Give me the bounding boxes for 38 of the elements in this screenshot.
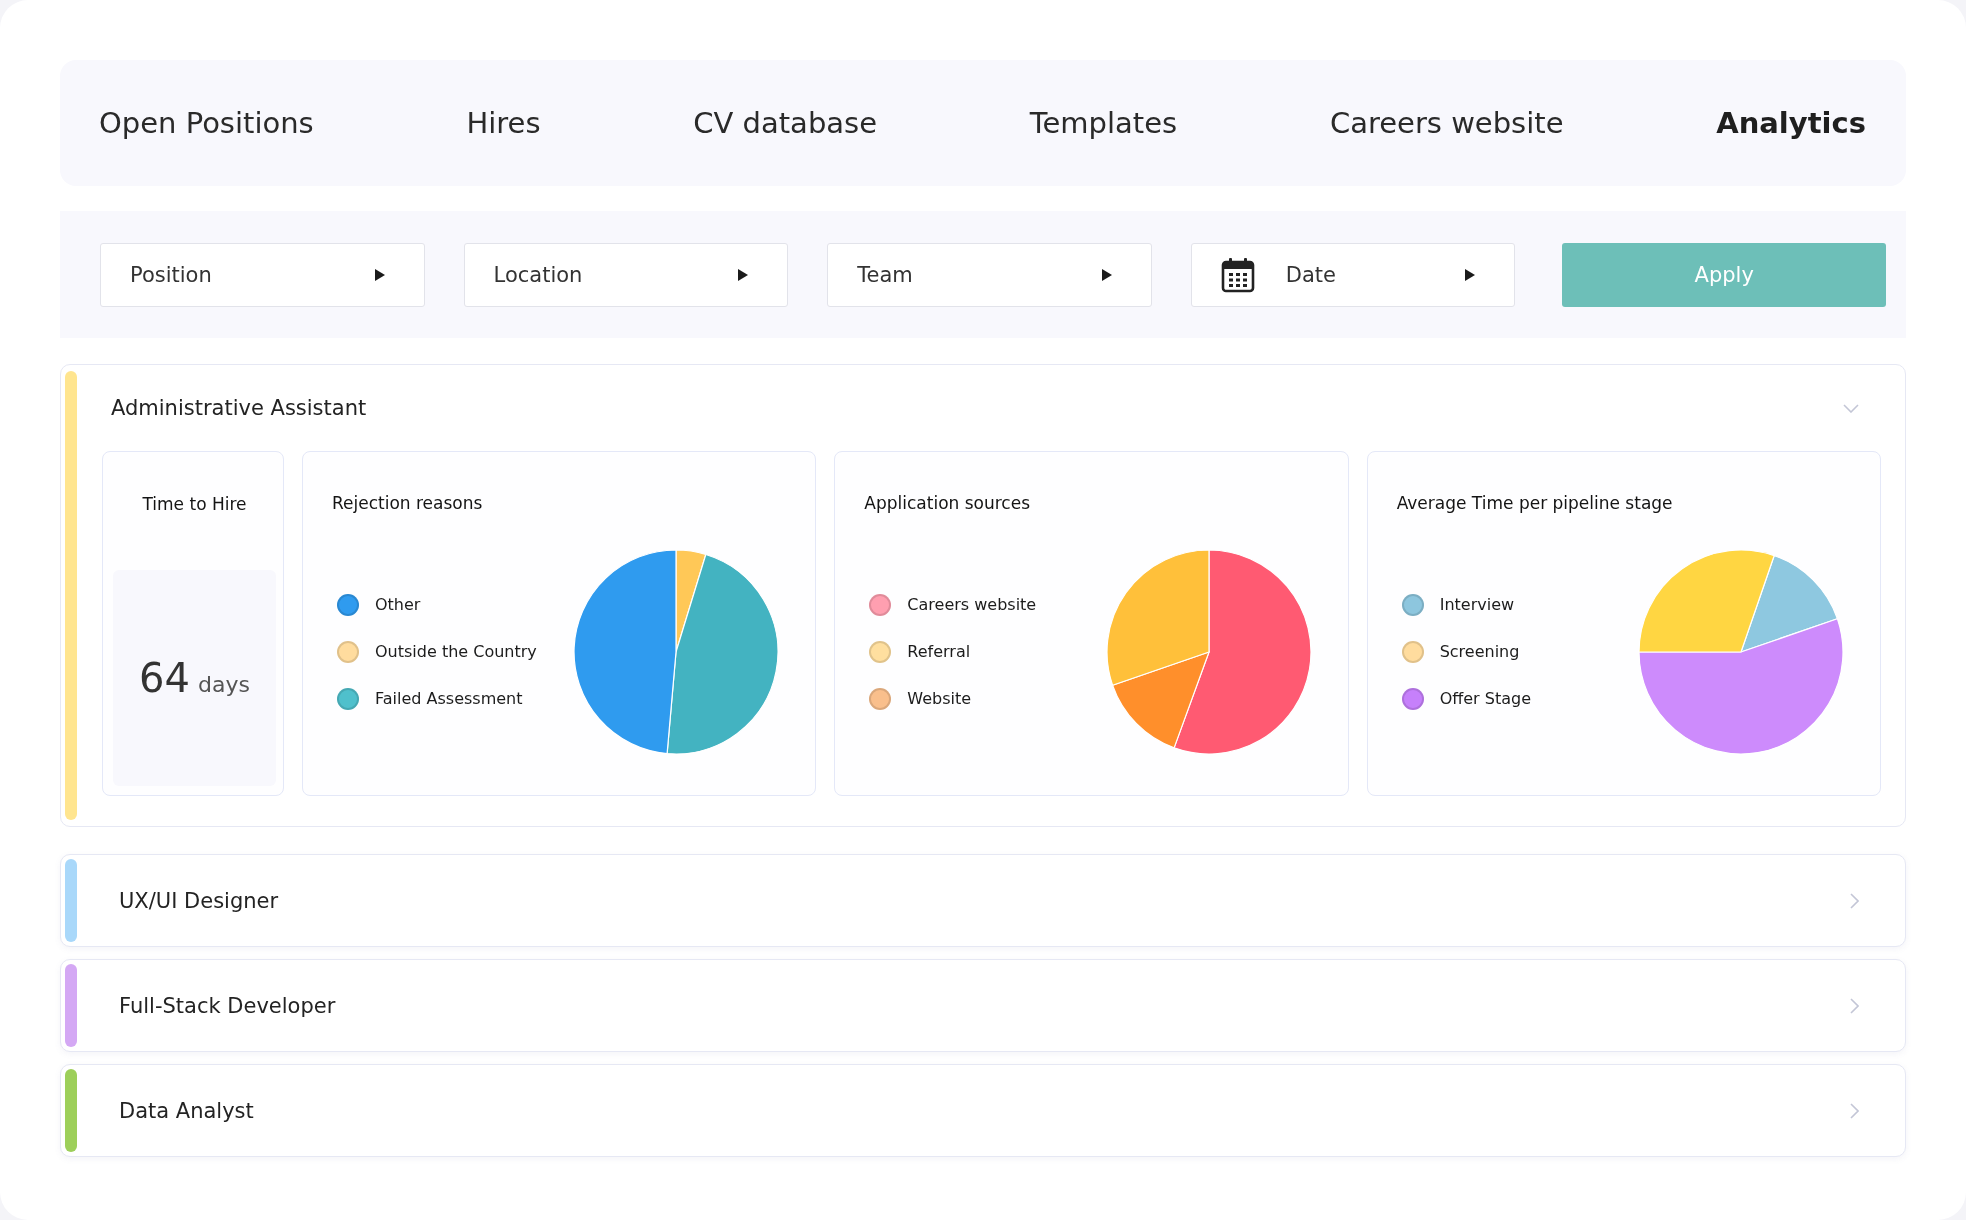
caret-icon — [738, 268, 749, 281]
section-title: UX/UI Designer — [119, 888, 279, 913]
section-title: Full-Stack Developer — [119, 993, 336, 1018]
legend-label: Offer Stage — [1439, 688, 1531, 710]
dropdown[interactable]: Position — [100, 242, 425, 307]
card-title: Application sources — [864, 492, 1032, 514]
nav-tab[interactable]: Templates — [1029, 106, 1178, 140]
caret-icon — [1465, 268, 1476, 281]
section-title: Data Analyst — [119, 1098, 254, 1123]
legend-label: Careers website — [907, 594, 1037, 616]
stat-unit: days — [198, 672, 250, 697]
dropdown[interactable]: Date — [1190, 242, 1516, 307]
calendar-icon — [1220, 256, 1255, 293]
caret-icon — [1101, 268, 1112, 281]
card-title: Rejection reasons — [332, 492, 484, 514]
legend-label: Outside the Country — [375, 641, 537, 663]
card-title: Time to Hire — [141, 493, 248, 515]
nav-tab[interactable]: Hires — [466, 106, 541, 140]
chevron-right-icon[interactable] — [1850, 1102, 1859, 1119]
section-title: Administrative Assistant — [111, 396, 367, 420]
card-title: Average Time per pipeline stage — [1396, 492, 1674, 514]
dropdown[interactable]: Team — [827, 242, 1152, 307]
nav-tab[interactable]: Open Positions — [99, 106, 314, 140]
legend-label: Failed Assessment — [375, 688, 523, 710]
legend-label: Website — [907, 688, 972, 710]
chevron-right-icon[interactable] — [1850, 997, 1859, 1014]
legend-label: Other — [375, 594, 421, 616]
stat-value: 64 — [139, 656, 190, 700]
nav-tab[interactable]: Careers website — [1329, 106, 1564, 140]
chevron-right-icon[interactable] — [1850, 892, 1859, 909]
chevron-down-icon[interactable] — [1843, 403, 1859, 413]
caret-icon — [374, 268, 385, 281]
nav-tab[interactable]: CV database — [693, 106, 877, 140]
dropdown[interactable]: Location — [463, 242, 789, 307]
legend-label: Interview — [1439, 594, 1515, 616]
legend-label: Referral — [907, 641, 971, 663]
nav-tab[interactable]: Analytics — [1716, 106, 1866, 140]
legend-label: Screening — [1439, 641, 1520, 663]
